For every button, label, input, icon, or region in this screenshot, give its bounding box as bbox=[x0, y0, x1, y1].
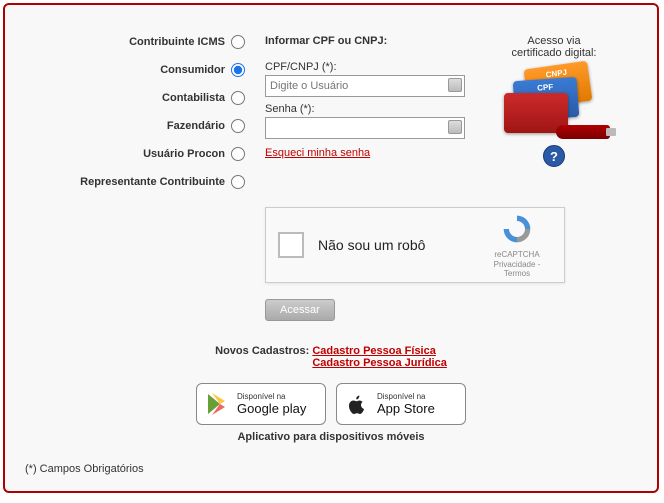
profile-label-consumidor[interactable]: Consumidor bbox=[160, 64, 225, 76]
recaptcha-label: Não sou um robô bbox=[318, 237, 482, 253]
google-play-icon bbox=[205, 392, 229, 416]
new-registrations: Novos Cadastros: Cadastro Pessoa Física … bbox=[5, 345, 657, 369]
recaptcha-brand: reCAPTCHA bbox=[482, 250, 552, 259]
app-store-small: Disponível na bbox=[377, 392, 435, 401]
profile-radio-contabilista[interactable] bbox=[231, 91, 245, 105]
input-keyboard-icon bbox=[448, 120, 462, 134]
recaptcha-logo-icon bbox=[501, 213, 533, 245]
access-button[interactable]: Acessar bbox=[265, 299, 335, 321]
login-panel: Contribuinte ICMS Consumidor Contabilist… bbox=[3, 3, 659, 493]
help-icon[interactable]: ? bbox=[543, 145, 565, 167]
link-cadastro-pf[interactable]: Cadastro Pessoa Física bbox=[312, 345, 447, 357]
profile-label-contabilista[interactable]: Contabilista bbox=[162, 92, 225, 104]
new-reg-label: Novos Cadastros: bbox=[215, 345, 309, 357]
cpf-input[interactable] bbox=[265, 75, 465, 97]
cert-access: Acesso via certificado digital: CNPJ CPF… bbox=[475, 35, 625, 203]
apps-caption: Aplicativo para dispositivos móveis bbox=[5, 431, 657, 443]
profile-label-usuario-procon[interactable]: Usuário Procon bbox=[143, 148, 225, 160]
forgot-password-link[interactable]: Esqueci minha senha bbox=[265, 147, 370, 159]
cert-line1: Acesso via bbox=[483, 35, 625, 47]
profile-selector: Contribuinte ICMS Consumidor Contabilist… bbox=[25, 35, 255, 203]
google-play-big: Google play bbox=[237, 401, 306, 416]
profile-radio-representante-contribuinte[interactable] bbox=[231, 175, 245, 189]
senha-label: Senha (*): bbox=[265, 103, 465, 115]
usb-token-icon bbox=[556, 125, 610, 139]
login-section-title: Informar CPF ou CNPJ: bbox=[265, 35, 465, 47]
app-store-big: App Store bbox=[377, 401, 435, 416]
profile-radio-fazendario[interactable] bbox=[231, 119, 245, 133]
required-fields-note: (*) Campos Obrigatórios bbox=[25, 463, 144, 475]
profile-label-fazendario[interactable]: Fazendário bbox=[167, 120, 225, 132]
google-play-small: Disponível na bbox=[237, 392, 306, 401]
login-form: Informar CPF ou CNPJ: CPF/CNPJ (*): Senh… bbox=[255, 35, 475, 203]
profile-radio-contribuinte-icms[interactable] bbox=[231, 35, 245, 49]
recaptcha-checkbox[interactable] bbox=[278, 232, 304, 258]
cert-cards-icon[interactable]: CNPJ CPF bbox=[504, 65, 604, 135]
google-play-badge[interactable]: Disponível na Google play bbox=[196, 383, 326, 425]
cpf-label: CPF/CNPJ (*): bbox=[265, 61, 465, 73]
apple-icon bbox=[345, 392, 369, 416]
recaptcha-widget: Não sou um robô reCAPTCHA Privacidade - … bbox=[265, 207, 565, 283]
profile-label-contribuinte-icms[interactable]: Contribuinte ICMS bbox=[129, 36, 225, 48]
recaptcha-privacy[interactable]: Privacidade - Termos bbox=[482, 260, 552, 278]
input-keyboard-icon bbox=[448, 78, 462, 92]
link-cadastro-pj[interactable]: Cadastro Pessoa Jurídica bbox=[312, 357, 447, 369]
profile-radio-usuario-procon[interactable] bbox=[231, 147, 245, 161]
profile-label-representante-contribuinte[interactable]: Representante Contribuinte bbox=[80, 176, 225, 188]
senha-input[interactable] bbox=[265, 117, 465, 139]
app-store-badge[interactable]: Disponível na App Store bbox=[336, 383, 466, 425]
cert-line2: certificado digital: bbox=[483, 47, 625, 59]
app-store-badges: Disponível na Google play Disponível na … bbox=[5, 383, 657, 425]
profile-radio-consumidor[interactable] bbox=[231, 63, 245, 77]
